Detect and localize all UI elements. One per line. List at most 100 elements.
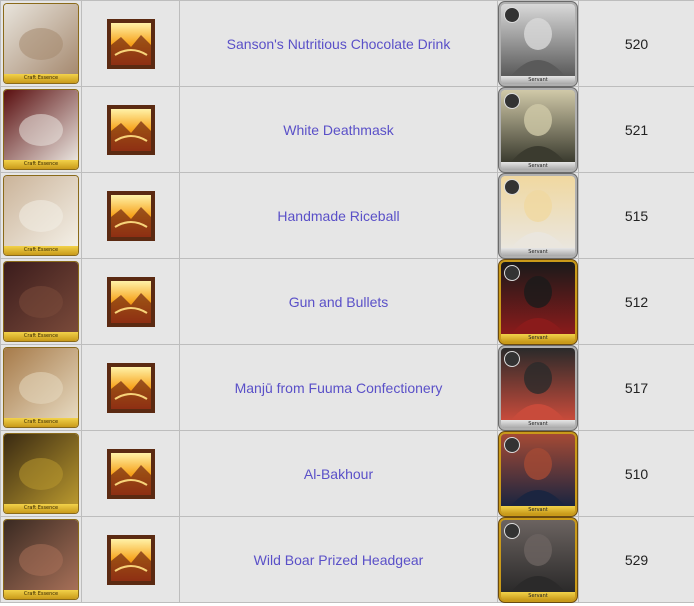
ce-label: Craft Essence — [4, 418, 78, 427]
id-number: 517 — [624, 380, 649, 396]
ascension-frame-icon — [106, 362, 155, 413]
servant-image-cell: Servant — [497, 172, 579, 259]
ce-label: Craft Essence — [4, 74, 78, 83]
frame-icon-cell — [81, 258, 180, 345]
ce-artwork — [4, 434, 78, 504]
servant-label: Servant — [501, 247, 575, 256]
servant-image[interactable]: Servant — [501, 3, 575, 84]
craft-essence-name-link[interactable]: Gun and Bullets — [289, 294, 389, 310]
craft-essence-name-link[interactable]: Sanson's Nutritious Chocolate Drink — [227, 36, 451, 52]
id-number-cell: 521 — [578, 86, 694, 173]
ce-artwork — [4, 4, 78, 74]
craft-essence-name-link[interactable]: Manjū from Fuuma Confectionery — [235, 380, 443, 396]
craft-essence-name-link[interactable]: Wild Boar Prized Headgear — [254, 552, 424, 568]
frame-icon-cell — [81, 344, 180, 431]
ce-label: Craft Essence — [4, 160, 78, 169]
ascension-frame-icon — [106, 276, 155, 327]
id-number-cell: 529 — [578, 516, 694, 603]
id-number: 510 — [624, 466, 649, 482]
servant-image-cell: Servant — [497, 0, 579, 87]
frame-icon-cell — [81, 0, 180, 87]
ce-label: Craft Essence — [4, 504, 78, 513]
id-number-cell: 515 — [578, 172, 694, 259]
id-number: 515 — [624, 208, 649, 224]
id-number: 529 — [624, 552, 649, 568]
ce-image-cell: Craft Essence — [0, 516, 82, 603]
id-number: 520 — [624, 36, 649, 52]
servant-image[interactable]: Servant — [501, 175, 575, 256]
craft-essence-image[interactable]: Craft Essence — [4, 348, 78, 427]
servant-image-cell: Servant — [497, 344, 579, 431]
table-row: Craft Essence Sanson's Nutritious Chocola… — [0, 0, 694, 87]
ce-image-cell: Craft Essence — [0, 430, 82, 517]
craft-essence-image[interactable]: Craft Essence — [4, 176, 78, 255]
class-icon — [504, 6, 520, 23]
servant-image[interactable]: Servant — [501, 347, 575, 428]
ce-artwork — [4, 90, 78, 160]
table-row: Craft Essence White Deathmask Servant 521 — [0, 86, 694, 173]
servant-image[interactable]: Servant — [501, 261, 575, 342]
servant-image[interactable]: Servant — [501, 89, 575, 170]
ce-label: Craft Essence — [4, 332, 78, 341]
frame-icon-cell — [81, 86, 180, 173]
craft-essence-name-link[interactable]: Handmade Riceball — [277, 208, 399, 224]
ce-name-cell: Gun and Bullets — [179, 258, 498, 345]
ascension-frame-icon — [106, 18, 155, 69]
frame-icon-cell — [81, 172, 180, 259]
ce-image-cell: Craft Essence — [0, 0, 82, 87]
craft-essence-image[interactable]: Craft Essence — [4, 520, 78, 599]
servant-image-cell: Servant — [497, 430, 579, 517]
id-number-cell: 520 — [578, 0, 694, 87]
ce-image-cell: Craft Essence — [0, 86, 82, 173]
servant-image-cell: Servant — [497, 516, 579, 603]
craft-essence-name-link[interactable]: White Deathmask — [283, 122, 393, 138]
table-row: Craft Essence Gun and Bullets Servant 512 — [0, 258, 694, 345]
servant-image[interactable]: Servant — [501, 433, 575, 514]
ce-name-cell: White Deathmask — [179, 86, 498, 173]
craft-essence-image[interactable]: Craft Essence — [4, 4, 78, 83]
craft-essence-image[interactable]: Craft Essence — [4, 262, 78, 341]
ce-name-cell: Sanson's Nutritious Chocolate Drink — [179, 0, 498, 87]
ce-image-cell: Craft Essence — [0, 172, 82, 259]
id-number: 521 — [624, 122, 649, 138]
servant-label: Servant — [501, 505, 575, 514]
ce-name-cell: Wild Boar Prized Headgear — [179, 516, 498, 603]
table-row: Craft Essence Manjū from Fuuma Confection… — [0, 344, 694, 431]
id-number-cell: 517 — [578, 344, 694, 431]
ce-artwork — [4, 176, 78, 246]
craft-essence-image[interactable]: Craft Essence — [4, 90, 78, 169]
servant-label: Servant — [501, 333, 575, 342]
class-icon — [504, 350, 520, 367]
servant-image-cell: Servant — [497, 258, 579, 345]
ascension-frame-icon — [106, 448, 155, 499]
ce-image-cell: Craft Essence — [0, 258, 82, 345]
table-row: Craft Essence Handmade Riceball Servant 515 — [0, 172, 694, 259]
ce-name-cell: Al-Bakhour — [179, 430, 498, 517]
ce-label: Craft Essence — [4, 246, 78, 255]
frame-icon-cell — [81, 430, 180, 517]
craft-essence-image[interactable]: Craft Essence — [4, 434, 78, 513]
craft-essence-name-link[interactable]: Al-Bakhour — [304, 466, 373, 482]
class-icon — [504, 264, 520, 281]
servant-label: Servant — [501, 75, 575, 84]
servant-label: Servant — [501, 161, 575, 170]
ascension-frame-icon — [106, 534, 155, 585]
class-icon — [504, 522, 520, 539]
class-icon — [504, 92, 520, 109]
ce-label: Craft Essence — [4, 590, 78, 599]
ce-artwork — [4, 520, 78, 590]
ce-image-cell: Craft Essence — [0, 344, 82, 431]
id-number-cell: 510 — [578, 430, 694, 517]
table-row: Craft Essence Wild Boar Prized Headgear Se… — [0, 516, 694, 603]
ce-artwork — [4, 348, 78, 418]
class-icon — [504, 178, 520, 195]
servant-image[interactable]: Servant — [501, 519, 575, 600]
servant-label: Servant — [501, 591, 575, 600]
craft-essence-table: Craft Essence Sanson's Nutritious Chocola… — [0, 0, 694, 603]
ce-name-cell: Manjū from Fuuma Confectionery — [179, 344, 498, 431]
ce-artwork — [4, 262, 78, 332]
id-number-cell: 512 — [578, 258, 694, 345]
frame-icon-cell — [81, 516, 180, 603]
servant-label: Servant — [501, 419, 575, 428]
ascension-frame-icon — [106, 190, 155, 241]
